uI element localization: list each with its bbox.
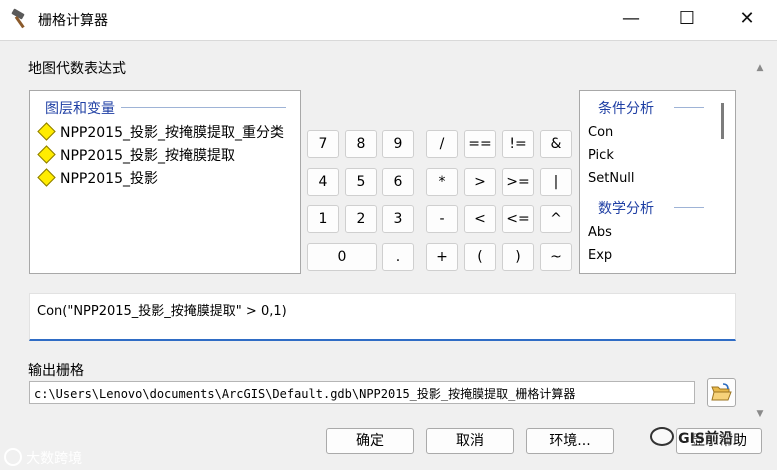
folder-open-icon	[711, 383, 732, 401]
wechat-icon	[650, 427, 674, 446]
layer-item-label: NPP2015_投影	[60, 171, 158, 187]
layers-heading: 图层和变量	[45, 98, 121, 118]
divider	[674, 107, 704, 108]
key-plus[interactable]: +	[426, 243, 458, 271]
key-2[interactable]: 2	[345, 205, 377, 233]
close-button[interactable]: ✕	[722, 0, 772, 40]
divider	[118, 107, 286, 108]
key-xor[interactable]: ^	[540, 205, 572, 233]
key-divide[interactable]: /	[426, 130, 458, 158]
key-close-paren[interactable]: )	[502, 243, 534, 271]
category-conditional: 条件分析	[598, 101, 654, 117]
function-item-con[interactable]: Con	[588, 125, 613, 140]
key-8[interactable]: 8	[345, 130, 377, 158]
map-algebra-label: 地图代数表达式	[28, 61, 126, 77]
key-3[interactable]: 3	[382, 205, 414, 233]
key-greater[interactable]: >	[464, 168, 496, 196]
browse-button[interactable]	[707, 378, 736, 407]
layer-item[interactable]: NPP2015_投影_按掩膜提取	[37, 145, 235, 167]
function-list[interactable]: 条件分析 Con Pick SetNull 数学分析 Abs Exp	[579, 90, 736, 274]
key-7[interactable]: 7	[307, 130, 339, 158]
output-raster-label: 输出栅格	[28, 363, 84, 379]
key-5[interactable]: 5	[345, 168, 377, 196]
layer-item-label: NPP2015_投影_按掩膜提取	[60, 148, 235, 164]
function-item-setnull[interactable]: SetNull	[588, 171, 635, 186]
function-item-exp[interactable]: Exp	[588, 248, 612, 263]
divider	[674, 207, 704, 208]
key-open-paren[interactable]: (	[464, 243, 496, 271]
dialog-scrollbar[interactable]: ▲ ▼	[749, 41, 771, 425]
layers-list[interactable]: 图层和变量 NPP2015_投影_按掩膜提取_重分类 NPP2015_投影_按掩…	[29, 90, 301, 274]
key-1[interactable]: 1	[307, 205, 339, 233]
title-bar: 栅格计算器 — ☐ ✕	[0, 0, 777, 40]
expression-input[interactable]: Con("NPP2015_投影_按掩膜提取" > 0,1)	[29, 293, 736, 341]
ok-button[interactable]: 确定	[326, 428, 414, 454]
key-not-equal[interactable]: !=	[502, 130, 534, 158]
key-equal[interactable]: ==	[464, 130, 496, 158]
key-multiply[interactable]: *	[426, 168, 458, 196]
key-0[interactable]: 0	[307, 243, 377, 271]
minimize-button[interactable]: —	[606, 0, 656, 40]
key-4[interactable]: 4	[307, 168, 339, 196]
key-less-equal[interactable]: <=	[502, 205, 534, 233]
scroll-down-icon[interactable]: ▼	[749, 405, 771, 423]
window-title: 栅格计算器	[38, 13, 108, 29]
key-9[interactable]: 9	[382, 130, 414, 158]
raster-layer-icon	[37, 145, 56, 164]
key-and[interactable]: &	[540, 130, 572, 158]
maximize-button[interactable]: ☐	[662, 0, 712, 40]
cancel-button[interactable]: 取消	[426, 428, 514, 454]
key-or[interactable]: |	[540, 168, 572, 196]
key-greater-equal[interactable]: >=	[502, 168, 534, 196]
function-item-pick[interactable]: Pick	[588, 148, 614, 163]
key-less[interactable]: <	[464, 205, 496, 233]
environments-button[interactable]: 环境...	[526, 428, 614, 454]
hammer-icon	[11, 8, 25, 29]
watermark-left: 大数跨境	[4, 448, 82, 468]
layer-item[interactable]: NPP2015_投影	[37, 168, 158, 190]
key-minus[interactable]: -	[426, 205, 458, 233]
watermark-right: GIS前沿	[650, 427, 733, 448]
key-not[interactable]: ~	[540, 243, 572, 271]
raster-layer-icon	[37, 122, 56, 141]
function-item-abs[interactable]: Abs	[588, 225, 612, 240]
key-6[interactable]: 6	[382, 168, 414, 196]
category-math: 数学分析	[598, 201, 654, 217]
expression-text: Con("NPP2015_投影_按掩膜提取" > 0,1)	[37, 304, 287, 319]
key-decimal[interactable]: .	[382, 243, 414, 271]
layer-item[interactable]: NPP2015_投影_按掩膜提取_重分类	[37, 122, 284, 144]
watermark-logo-icon	[4, 448, 22, 466]
layer-item-label: NPP2015_投影_按掩膜提取_重分类	[60, 125, 284, 141]
raster-layer-icon	[37, 168, 56, 187]
function-list-scrollbar[interactable]	[721, 103, 724, 139]
scroll-up-icon[interactable]: ▲	[749, 59, 771, 77]
output-raster-input[interactable]: c:\Users\Lenovo\documents\ArcGIS\Default…	[29, 381, 695, 404]
